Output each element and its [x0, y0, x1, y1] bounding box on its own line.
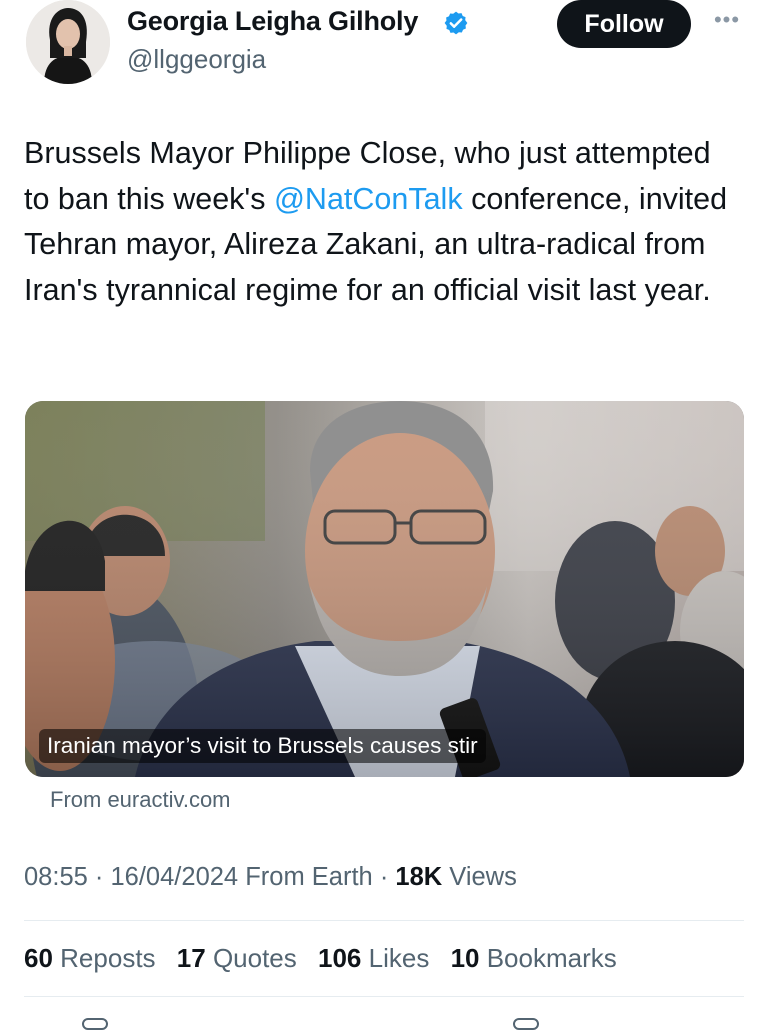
follow-button[interactable]: Follow	[557, 0, 691, 48]
tweet-time[interactable]: 08:55	[24, 863, 88, 891]
mention-link[interactable]: @NatConTalk	[274, 182, 463, 216]
tweet-date[interactable]: 16/04/2024	[110, 863, 238, 891]
separator: ·	[372, 863, 396, 891]
link-card[interactable]: Iranian mayor’s visit to Brussels causes…	[25, 401, 744, 777]
card-image	[25, 401, 744, 777]
separator: ·	[87, 863, 111, 891]
bookmark-icon[interactable]	[513, 1018, 539, 1030]
engagement-stats: 60 Reposts 17 Quotes 106 Likes 10 Bookma…	[24, 943, 631, 974]
stat-label: Likes	[368, 943, 430, 973]
more-icon[interactable]: •••	[710, 8, 744, 38]
stat-count: 10	[450, 943, 480, 973]
stat-count: 60	[24, 943, 53, 973]
views-count: 18K	[395, 863, 443, 891]
tweet-meta: 08:55 · 16/04/2024 From Earth · 18K View…	[24, 863, 517, 892]
stat-likes[interactable]: 106 Likes	[318, 943, 429, 973]
stat-bookmarks[interactable]: 10 Bookmarks	[451, 943, 617, 973]
stat-label: Reposts	[60, 943, 156, 973]
stat-label: Quotes	[212, 943, 297, 973]
stat-label: Bookmarks	[486, 943, 617, 973]
tweet-source: From Earth	[245, 863, 373, 891]
divider	[24, 920, 744, 921]
avatar-image	[26, 0, 110, 84]
tweet-text: Brussels Mayor Philippe Close, who just …	[24, 131, 744, 313]
views-label: Views	[449, 863, 517, 891]
handle[interactable]: @llggeorgia	[127, 44, 266, 75]
display-name[interactable]: Georgia Leigha Gilholy	[127, 6, 418, 37]
reply-icon[interactable]	[82, 1018, 108, 1030]
stat-quotes[interactable]: 17 Quotes	[177, 943, 297, 973]
card-title: Iranian mayor’s visit to Brussels causes…	[39, 729, 486, 763]
card-source[interactable]: From euractiv.com	[50, 787, 231, 813]
verified-badge-icon	[443, 10, 469, 36]
stat-reposts[interactable]: 60 Reposts	[24, 943, 156, 973]
avatar[interactable]	[26, 0, 110, 84]
stat-count: 106	[318, 943, 362, 973]
divider	[24, 996, 744, 997]
stat-count: 17	[176, 943, 206, 973]
